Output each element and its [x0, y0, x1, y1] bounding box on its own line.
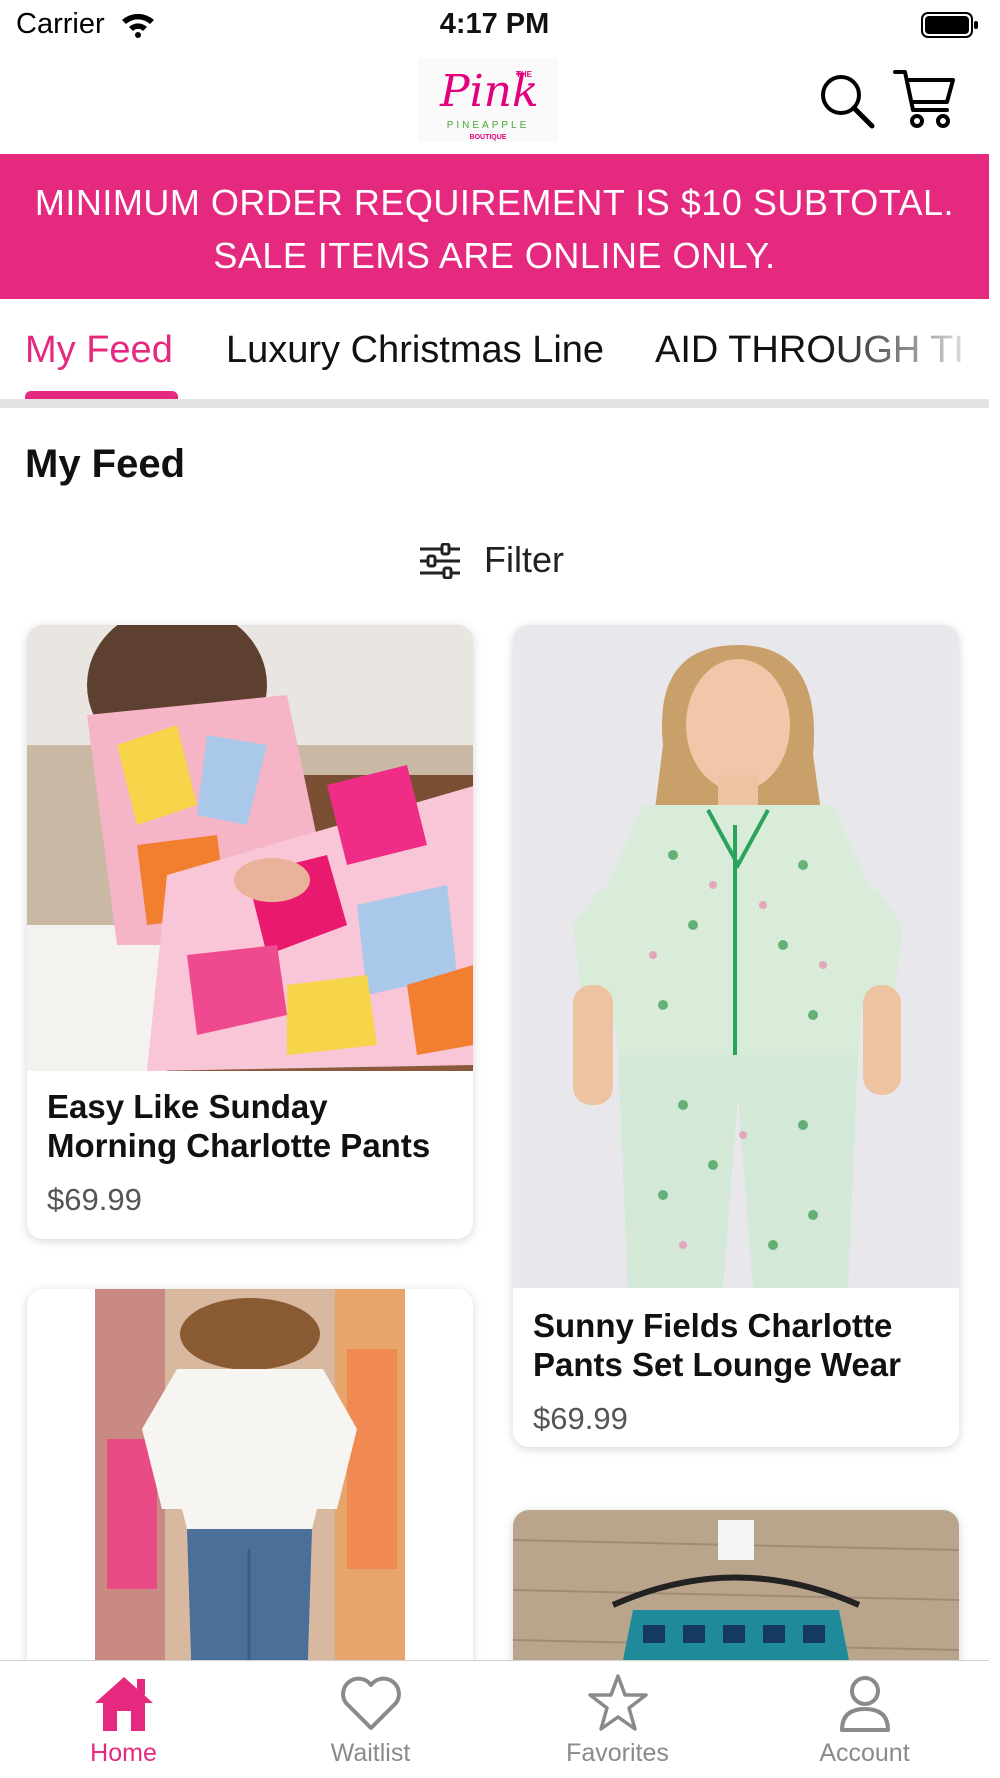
status-bar: Carrier 4:17 PM [0, 0, 989, 50]
tab-luxury-christmas-line[interactable]: Luxury Christmas Line [226, 329, 604, 372]
tab-bar-label: Waitlist [330, 1739, 411, 1767]
person-icon [840, 1676, 890, 1732]
product-price: $69.99 [47, 1182, 142, 1217]
app-screen: Carrier 4:17 PM THE Pink PINEAPPLE BOUTI… [0, 0, 989, 1778]
banner-line-2: SALE ITEMS ARE ONLINE ONLY. [213, 235, 776, 276]
logo-pineapple-text: PINEAPPLE [446, 120, 530, 131]
product-photo-white-top [95, 1289, 405, 1689]
product-card[interactable]: Easy Like Sunday Morning Charlotte Pants… [27, 625, 473, 1239]
product-photo-pajama-pants [27, 625, 473, 1071]
status-time: 4:17 PM [439, 8, 550, 40]
logo-boutique-text: BOUTIQUE [469, 134, 507, 141]
cart-icon [893, 70, 955, 128]
product-card[interactable] [27, 1289, 473, 1689]
product-image[interactable] [513, 625, 959, 1288]
filter-label: Filter [484, 539, 564, 580]
star-icon [588, 1674, 648, 1731]
tab-bar-favorites[interactable]: Favorites [494, 1661, 741, 1778]
tab-bar-label: Home [90, 1739, 157, 1767]
tab-bar-waitlist[interactable]: Waitlist [247, 1661, 494, 1778]
bottom-tab-bar: Home Waitlist Favorites Account [0, 1660, 989, 1778]
feed-title: My Feed [25, 442, 186, 486]
app-header: THE Pink PINEAPPLE BOUTIQUE [0, 50, 989, 154]
cart-button[interactable] [893, 68, 957, 130]
tab-bar-home[interactable]: Home [0, 1661, 247, 1778]
tab-aid-through[interactable]: AID THROUGH TI [655, 329, 964, 372]
announcement-banner: MINIMUM ORDER REQUIREMENT IS $10 SUBTOTA… [0, 154, 989, 299]
tab-bar-label: Favorites [566, 1739, 669, 1767]
filter-button[interactable]: Filter [418, 535, 598, 585]
home-icon [95, 1677, 153, 1731]
product-name[interactable]: Sunny Fields Charlotte Pants Set Lounge … [533, 1306, 943, 1384]
banner-line-1: MINIMUM ORDER REQUIREMENT IS $10 SUBTOTA… [34, 182, 955, 223]
sliders-icon [420, 543, 460, 579]
logo-pink-text: Pink [440, 66, 539, 117]
brand-logo[interactable]: THE Pink PINEAPPLE BOUTIQUE [418, 58, 558, 142]
product-name[interactable]: Easy Like Sunday Morning Charlotte Pants [47, 1087, 457, 1165]
active-tab-indicator [25, 391, 178, 399]
heart-icon [341, 1676, 401, 1730]
product-image[interactable] [27, 1289, 473, 1689]
product-card[interactable]: Sunny Fields Charlotte Pants Set Lounge … [513, 625, 959, 1447]
product-photo-pajama-set [513, 625, 959, 1288]
search-button[interactable] [818, 72, 876, 130]
battery-icon [921, 12, 978, 38]
tab-bar-account[interactable]: Account [741, 1661, 988, 1778]
search-icon [821, 75, 875, 129]
product-price: $69.99 [533, 1401, 628, 1436]
category-tabs[interactable]: My Feed Luxury Christmas Line AID THROUG… [0, 299, 989, 408]
tab-bar-label: Account [819, 1739, 910, 1767]
product-image[interactable] [27, 625, 473, 1071]
tab-my-feed[interactable]: My Feed [25, 329, 173, 372]
